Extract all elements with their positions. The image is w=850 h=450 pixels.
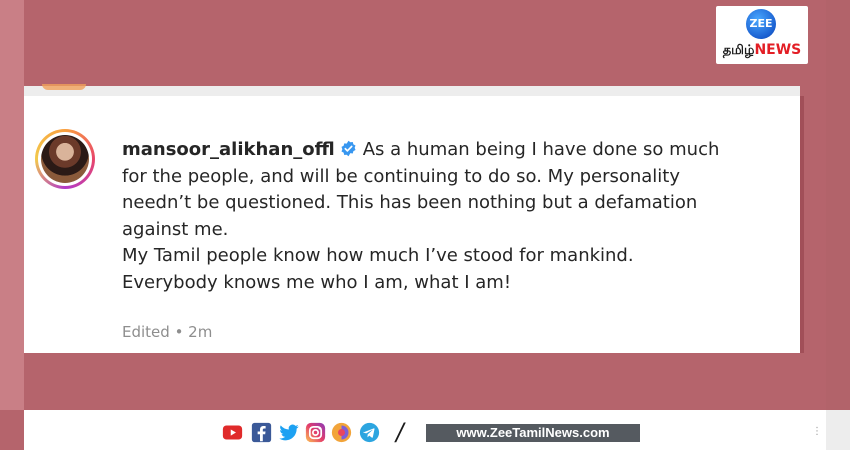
caption-line-1: As a human being I have done so much bbox=[362, 139, 720, 160]
website-url[interactable]: www.ZeeTamilNews.com bbox=[426, 424, 640, 442]
scroll-marker-icon: ⋮ bbox=[812, 426, 822, 437]
sharechat-icon[interactable] bbox=[331, 422, 352, 443]
post-card-shadow bbox=[800, 96, 804, 353]
twitter-icon[interactable] bbox=[277, 422, 301, 443]
post-caption: mansoor_alikhan_offl As a human being I h… bbox=[122, 137, 782, 296]
left-border-strip bbox=[0, 0, 24, 410]
youtube-icon[interactable] bbox=[222, 422, 243, 443]
zee-globe-logo: ZEE bbox=[746, 9, 776, 39]
caption-line-6: Everybody knows me who I am, what I am! bbox=[122, 271, 512, 293]
caption-line-5: My Tamil people know how much I’ve stood… bbox=[122, 245, 634, 266]
instagram-icon[interactable] bbox=[305, 422, 326, 443]
logo-news-text: NEWS bbox=[754, 42, 802, 58]
caption-line-2: for the people, and will be continuing t… bbox=[122, 165, 681, 187]
avatar-ring-inner bbox=[38, 132, 92, 186]
logo-tamil-text: தமிழ் bbox=[722, 43, 755, 58]
caption-line-4: against me. bbox=[122, 218, 229, 240]
facebook-icon[interactable] bbox=[251, 422, 272, 443]
caption-line-3: needn’t be questioned. This has been not… bbox=[122, 192, 698, 213]
avatar-photo bbox=[41, 135, 89, 183]
avatar[interactable] bbox=[35, 129, 95, 189]
right-border-strip bbox=[826, 0, 850, 410]
telegram-icon[interactable] bbox=[359, 422, 380, 443]
previous-post-edge bbox=[24, 86, 800, 96]
previous-avatar-ring-edge bbox=[42, 84, 86, 90]
footer-bar bbox=[24, 410, 826, 450]
username-link[interactable]: mansoor_alikhan_offl bbox=[122, 139, 335, 160]
post-meta: Edited • 2m bbox=[122, 323, 213, 341]
verified-badge-icon bbox=[341, 140, 356, 157]
logo-wordmark: தமிழ்NEWS bbox=[716, 42, 808, 59]
zee-tamil-news-logo: ZEE தமிழ்NEWS bbox=[716, 6, 808, 64]
footer-right-edge bbox=[826, 410, 850, 450]
